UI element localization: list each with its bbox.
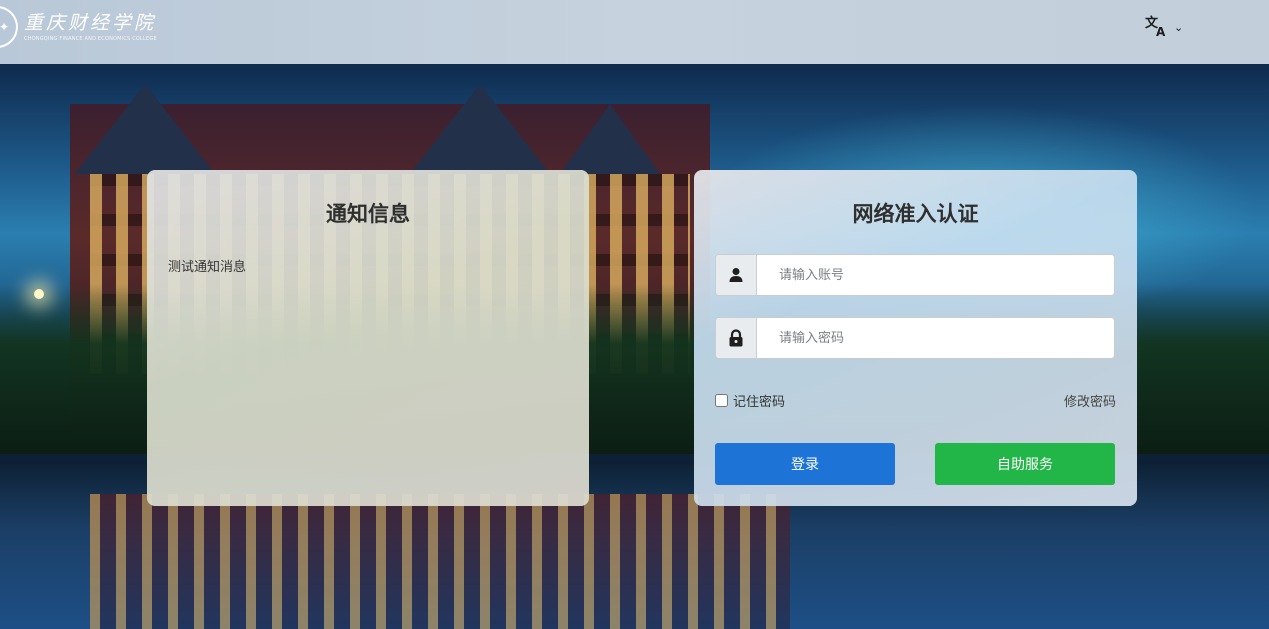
chevron-down-icon: ⌄ bbox=[1174, 20, 1184, 34]
building-reflection bbox=[90, 494, 790, 629]
svg-text:A: A bbox=[1156, 25, 1166, 39]
notice-panel: 通知信息 测试通知消息 bbox=[147, 170, 589, 506]
login-panel: 网络准入认证 记住密码 修改密码 登录 自助服务 bbox=[694, 170, 1137, 506]
notice-title: 通知信息 bbox=[326, 202, 410, 226]
password-addon bbox=[716, 318, 757, 358]
building-roof bbox=[560, 104, 660, 174]
notice-message: 测试通知消息 bbox=[168, 260, 247, 275]
password-input[interactable] bbox=[757, 318, 1114, 358]
lock-icon bbox=[729, 329, 743, 347]
language-selector[interactable]: 文 A ⌄ bbox=[1144, 13, 1183, 39]
account-input[interactable] bbox=[757, 255, 1114, 295]
remember-password-label: 记住密码 bbox=[733, 395, 786, 410]
building-roof bbox=[410, 84, 550, 174]
top-header: ✦ 重庆财经学院 CHONGQING FINANCE AND ECONOMICS… bbox=[0, 0, 1269, 64]
building-roof bbox=[75, 84, 215, 174]
self-service-button[interactable]: 自助服务 bbox=[935, 443, 1115, 485]
college-name-en: CHONGQING FINANCE AND ECONOMICS COLLEGE bbox=[24, 36, 157, 42]
login-title: 网络准入认证 bbox=[852, 202, 979, 226]
college-logo: ✦ 重庆财经学院 CHONGQING FINANCE AND ECONOMICS… bbox=[0, 6, 157, 48]
college-seal-icon: ✦ bbox=[0, 6, 18, 48]
college-name-cn: 重庆财经学院 bbox=[24, 12, 157, 34]
street-lamp bbox=[34, 289, 44, 299]
change-password-link[interactable]: 修改密码 bbox=[1064, 391, 1116, 410]
remember-password-checkbox[interactable] bbox=[715, 394, 728, 407]
college-logo-text: 重庆财经学院 CHONGQING FINANCE AND ECONOMICS C… bbox=[24, 11, 157, 43]
account-addon bbox=[716, 255, 757, 295]
account-field bbox=[715, 254, 1115, 296]
password-field bbox=[715, 317, 1115, 359]
translate-icon: 文 A bbox=[1145, 15, 1166, 39]
user-icon bbox=[729, 268, 743, 282]
remember-password[interactable]: 记住密码 bbox=[715, 391, 785, 410]
login-button[interactable]: 登录 bbox=[715, 443, 895, 485]
